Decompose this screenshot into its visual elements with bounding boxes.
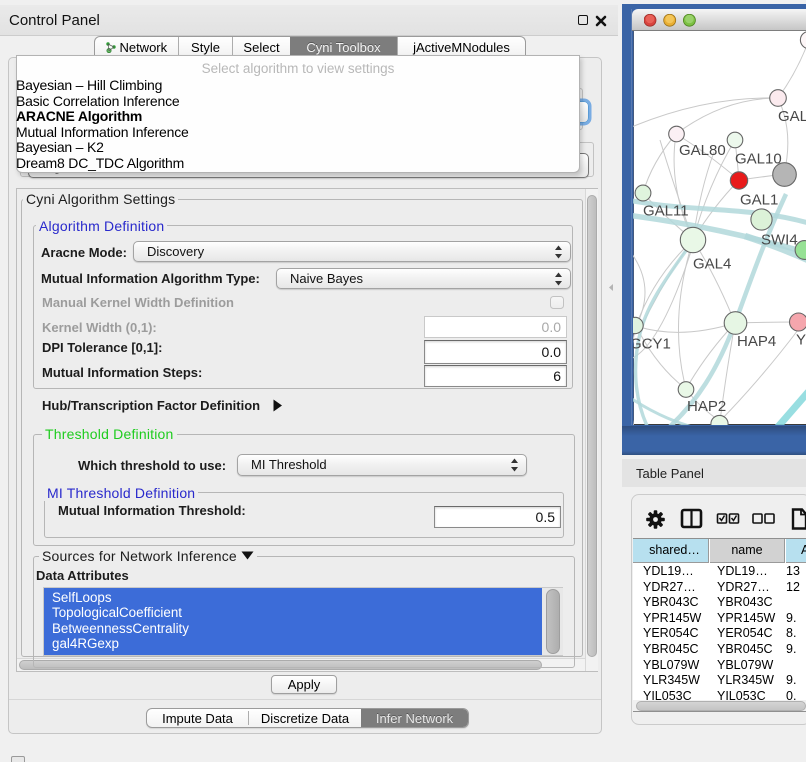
svg-text:SWI4: SWI4: [761, 232, 798, 249]
svg-text:YJ: YJ: [796, 332, 806, 349]
svg-text:HAP4: HAP4: [737, 333, 776, 350]
svg-text:GAL80: GAL80: [679, 142, 726, 159]
svg-text:GAL1: GAL1: [740, 192, 778, 209]
svg-text:GAL10: GAL10: [735, 151, 782, 168]
svg-text:GAL7: GAL7: [778, 108, 806, 125]
svg-text:GAL11: GAL11: [643, 203, 689, 220]
svg-text:GAL4: GAL4: [693, 256, 731, 273]
svg-text:HAP2: HAP2: [687, 398, 726, 415]
svg-text:GCY1: GCY1: [633, 336, 671, 353]
